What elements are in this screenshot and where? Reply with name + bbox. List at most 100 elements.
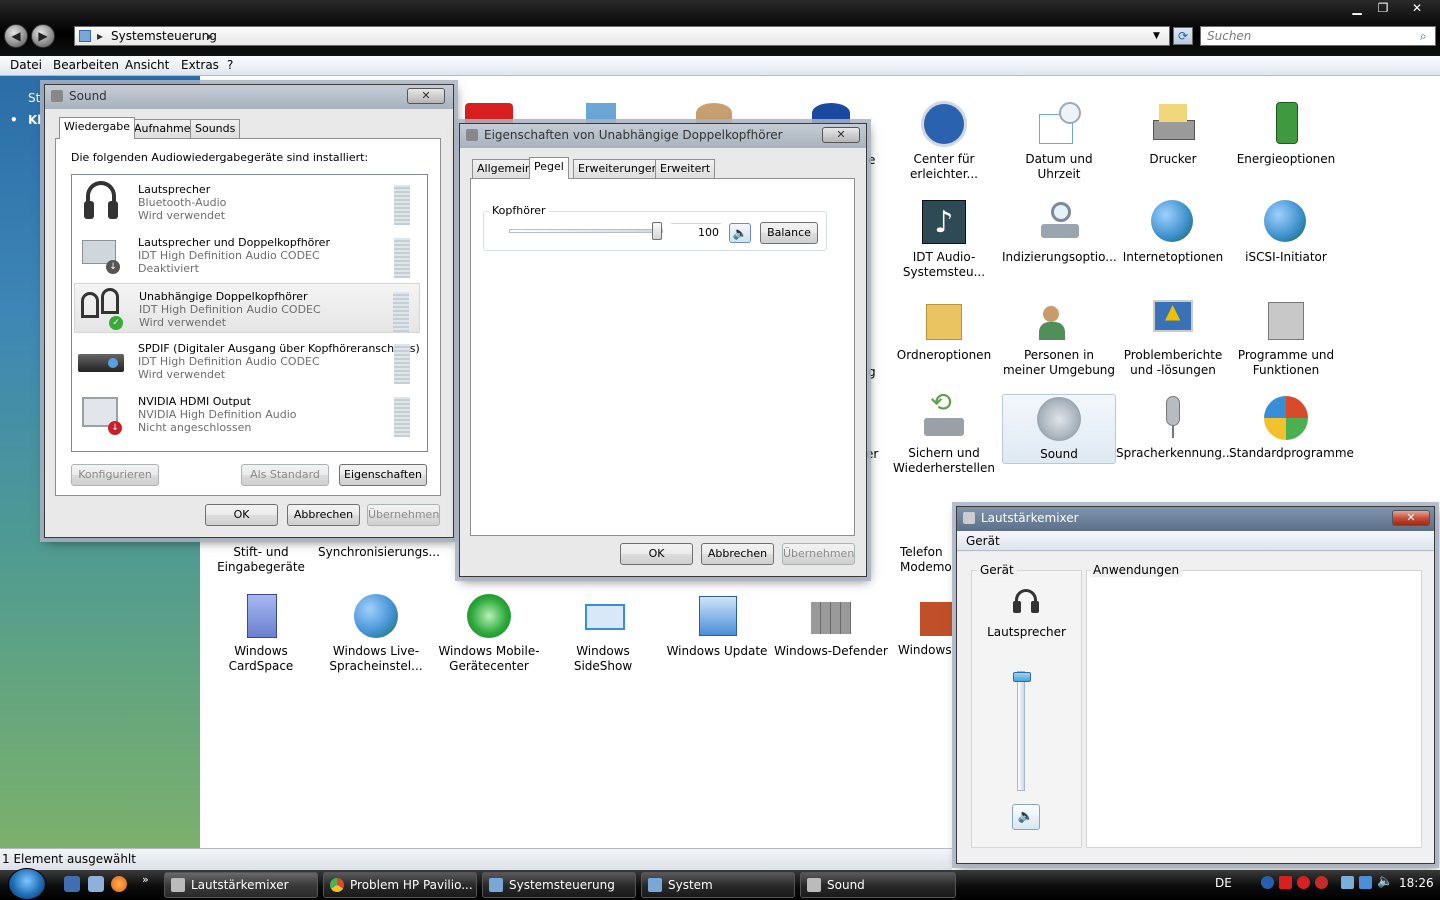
level-slider-thumb[interactable] xyxy=(652,222,662,240)
close-button[interactable]: ✕ xyxy=(822,127,860,143)
menu-help[interactable]: ? xyxy=(227,58,233,72)
tab-allgemein[interactable]: Allgemein xyxy=(472,159,537,179)
taskbar-item-control-panel[interactable]: Systemsteuerung xyxy=(482,872,636,898)
search-input[interactable]: Suchen xyxy=(1200,26,1436,46)
menu-view[interactable]: Ansicht xyxy=(125,58,169,72)
balance-button[interactable]: Balance xyxy=(760,222,818,244)
apply-button[interactable]: Übernehmen xyxy=(782,543,855,565)
mute-speaker-icon[interactable]: 🔈 xyxy=(729,223,751,243)
minimize-button[interactable]: ▁ xyxy=(1344,0,1370,16)
cp-item[interactable]: Spracherkennung... xyxy=(1116,394,1233,461)
tab-erweitert[interactable]: Erweitert xyxy=(655,159,716,179)
cp-item[interactable]: Windows-Defender xyxy=(774,592,888,659)
task-pane-link[interactable]: Kl xyxy=(28,113,41,127)
cancel-button[interactable]: Abbrechen xyxy=(287,504,360,526)
cp-item[interactable]: Windows Mobile-Gerätecenter xyxy=(432,592,546,674)
taskbar-item-system[interactable]: System xyxy=(641,872,795,898)
menu-extras[interactable]: Extras xyxy=(181,58,219,72)
device-list[interactable]: Lautsprecher Bluetooth-Audio Wird verwen… xyxy=(71,174,428,452)
ok-button[interactable]: OK xyxy=(205,504,278,526)
cp-item[interactable]: Energieoptionen xyxy=(1229,100,1343,167)
clock[interactable]: 18:26 xyxy=(1399,876,1434,890)
switch-windows-icon[interactable] xyxy=(88,876,104,892)
tray-app-icon[interactable] xyxy=(1261,876,1274,889)
close-button[interactable]: ✕ xyxy=(407,88,445,104)
cp-item[interactable]: Datum und Uhrzeit xyxy=(1002,100,1116,182)
ok-button[interactable]: OK xyxy=(620,543,693,565)
menu-file[interactable]: Datei xyxy=(10,58,42,72)
level-value[interactable]: 100 xyxy=(671,223,721,241)
properties-dialog-titlebar[interactable]: Eigenschaften von Unabhängige Doppelkopf… xyxy=(460,124,866,148)
cp-item[interactable]: Standardprogramme xyxy=(1229,394,1354,461)
tray-monitor-icon[interactable] xyxy=(1359,876,1372,889)
tray-acrobat-icon[interactable] xyxy=(1279,876,1292,889)
tab-sounds[interactable]: Sounds xyxy=(190,119,241,139)
device-item-selected[interactable]: ✓ Unabhängige Doppelkopfhörer IDT High D… xyxy=(74,283,420,333)
search-icon[interactable]: ⌕ xyxy=(1420,29,1427,44)
cp-item[interactable]: iSCSI-Initiator xyxy=(1229,198,1343,265)
start-button[interactable] xyxy=(8,868,46,900)
menu-device[interactable]: Gerät xyxy=(966,534,1000,548)
chevron-down-icon[interactable]: ▼ xyxy=(1153,27,1160,45)
cp-item[interactable]: Windows SideShow xyxy=(546,592,660,674)
address-bar[interactable]: ▸ Systemsteuerung ▸ ▼ xyxy=(74,26,1170,46)
set-default-button[interactable]: Als Standard xyxy=(241,464,329,486)
close-button[interactable]: ✕ xyxy=(1402,0,1432,16)
forward-icon[interactable]: ▶ xyxy=(31,24,55,48)
cp-item[interactable]: ▲ Problemberichte und -lösungen xyxy=(1116,296,1230,378)
tray-volume-icon[interactable]: 🔈 xyxy=(1377,874,1393,889)
cp-item[interactable]: Synchronisierungs... xyxy=(318,545,440,560)
cp-item[interactable]: Programme und Funktionen xyxy=(1229,296,1343,378)
device-item[interactable]: ↓ NVIDIA HDMI Output NVIDIA High Definit… xyxy=(74,389,420,439)
cp-item[interactable]: Center für erleichter... xyxy=(887,100,1001,182)
cp-item[interactable]: Windows Update xyxy=(660,592,774,659)
device-item[interactable]: ↓ Lautsprecher und Doppelkopfhörer IDT H… xyxy=(74,230,420,280)
tab-aufnahme[interactable]: Aufnahme xyxy=(129,119,196,139)
volume-mixer-titlebar[interactable]: Lautstärkemixer xyxy=(957,507,1434,531)
cp-item[interactable]: Windows Live-Spracheinstel... xyxy=(318,592,434,674)
show-desktop-icon[interactable] xyxy=(64,876,80,892)
tray-network-icon[interactable] xyxy=(1341,876,1354,889)
language-indicator[interactable]: DE xyxy=(1215,876,1232,890)
cp-item[interactable]: ♪ IDT Audio-Systemsteu... xyxy=(887,198,1001,280)
taskbar-item-volume-mixer[interactable]: Lautstärkemixer xyxy=(164,872,318,898)
cp-item[interactable]: Telefon Modemo xyxy=(900,545,952,575)
cp-item[interactable]: Stift- und Eingabegeräte xyxy=(204,545,318,575)
sound-dialog-titlebar[interactable]: Sound xyxy=(45,85,453,109)
device-item[interactable]: Lautsprecher Bluetooth-Audio Wird verwen… xyxy=(74,177,420,227)
breadcrumb-arrow-icon[interactable]: ▸ xyxy=(207,27,213,45)
task-pane-link[interactable]: St xyxy=(28,91,40,105)
refresh-icon[interactable]: ⟳ xyxy=(1173,27,1193,45)
cp-item[interactable]: Internetoptionen xyxy=(1116,198,1230,265)
volume-slider-thumb[interactable] xyxy=(1013,672,1031,682)
cp-item[interactable]: Ordneroptionen xyxy=(887,296,1001,363)
breadcrumb-current[interactable]: Systemsteuerung xyxy=(111,27,217,45)
tab-erweiterungen[interactable]: Erweiterungen xyxy=(573,159,664,179)
close-button[interactable]: ✕ xyxy=(1392,510,1430,526)
cp-item[interactable]: ⟲ Sichern und Wiederherstellen xyxy=(887,390,1001,476)
cp-item[interactable]: Drucker xyxy=(1116,100,1230,167)
configure-button[interactable]: Konfigurieren xyxy=(71,464,159,486)
properties-button[interactable]: Eigenschaften xyxy=(339,464,427,486)
taskbar-item-sound[interactable]: Sound xyxy=(800,872,956,898)
apply-button[interactable]: Übernehmen xyxy=(367,504,440,526)
mute-speaker-icon[interactable]: 🔈 xyxy=(1012,804,1040,830)
tab-pegel[interactable]: Pegel xyxy=(529,157,569,179)
cp-item[interactable]: Indizierungsoptio... xyxy=(1002,198,1117,265)
menu-edit[interactable]: Bearbeiten xyxy=(53,58,119,72)
taskbar-item-browser[interactable]: Problem HP Pavilio... xyxy=(323,872,477,898)
level-slider[interactable] xyxy=(509,222,663,240)
cp-item[interactable]: Personen in meiner Umgebung xyxy=(1002,296,1116,378)
cp-item-selected[interactable]: Sound xyxy=(1002,394,1116,464)
quicklaunch-chevron-icon[interactable]: » xyxy=(142,873,149,886)
cancel-button[interactable]: Abbrechen xyxy=(701,543,774,565)
back-icon[interactable]: ◀ xyxy=(4,24,28,48)
tray-app-icon[interactable] xyxy=(1297,876,1310,889)
firefox-icon[interactable] xyxy=(111,876,127,892)
cp-item[interactable]: Windows CardSpace xyxy=(204,592,318,674)
device-item[interactable]: SPDIF (Digitaler Ausgang über Kopfhörera… xyxy=(74,336,420,386)
tray-security-icon[interactable] xyxy=(1315,876,1328,889)
volume-slider[interactable] xyxy=(1013,671,1031,791)
tab-wiedergabe[interactable]: Wiedergabe xyxy=(59,117,136,139)
restore-button[interactable]: ❐ xyxy=(1370,0,1396,16)
